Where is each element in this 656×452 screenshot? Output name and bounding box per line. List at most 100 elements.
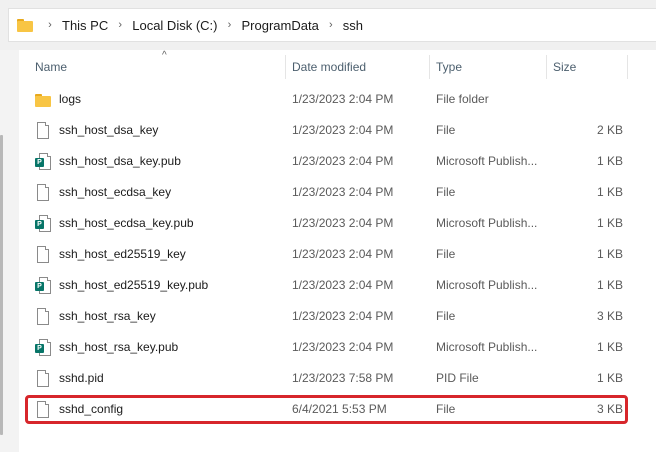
chevron-right-icon[interactable]: › — [322, 19, 340, 31]
file-name: ssh_host_ecdsa_key.pub — [59, 216, 194, 230]
column-header-date-label: Date modified — [292, 60, 367, 74]
file-row[interactable]: sshd_config 6/4/2021 5:53 PM File 3 KB — [27, 394, 649, 425]
publisher-file-icon: P — [35, 152, 51, 171]
column-header-name[interactable]: Name — [27, 52, 285, 82]
file-row[interactable]: ssh_host_ed25519_key 1/23/2023 2:04 PM Fil… — [27, 239, 649, 270]
breadcrumb-local-disk[interactable]: Local Disk (C:) — [129, 18, 220, 33]
file-row[interactable]: Pssh_host_ed25519_key.pub 1/23/2023 2:04 … — [27, 270, 649, 301]
file-explorer-window: › This PC › Local Disk (C:) › ProgramDat… — [0, 0, 656, 452]
file-icon — [35, 307, 51, 326]
file-row[interactable]: Pssh_host_dsa_key.pub 1/23/2023 2:04 PM Mi… — [27, 146, 649, 177]
file-type: File — [436, 402, 456, 416]
file-date-modified: 1/23/2023 2:04 PM — [292, 309, 394, 323]
file-date-modified: 1/23/2023 2:04 PM — [292, 216, 394, 230]
file-name: ssh_host_rsa_key.pub — [59, 340, 179, 354]
file-row[interactable]: ssh_host_dsa_key 1/23/2023 2:04 PM File 2 K… — [27, 115, 649, 146]
file-type: Microsoft Publish... — [436, 340, 538, 354]
file-date-modified: 1/23/2023 2:04 PM — [292, 154, 394, 168]
chevron-right-icon[interactable]: › — [220, 19, 238, 31]
file-date-modified: 6/4/2021 5:53 PM — [292, 402, 387, 416]
file-name: ssh_host_rsa_key — [59, 309, 156, 323]
file-size: 3 KB — [596, 309, 623, 323]
folder-icon — [35, 91, 51, 109]
file-name-cell: ssh_host_ed25519_key — [27, 239, 285, 270]
file-name: ssh_host_dsa_key.pub — [59, 154, 181, 168]
file-name-cell: sshd.pid — [27, 363, 285, 394]
file-name: ssh_host_ed25519_key — [59, 247, 186, 261]
file-name-cell: logs — [27, 84, 285, 115]
breadcrumb-programdata[interactable]: ProgramData — [238, 18, 321, 33]
file-size: 1 KB — [596, 216, 623, 230]
file-name: sshd_config — [59, 402, 124, 416]
file-list: logs 1/23/2023 2:04 PM File folder ssh_host… — [27, 84, 649, 425]
file-size — [552, 84, 623, 115]
file-type: Microsoft Publish... — [436, 216, 538, 230]
file-date-modified: 1/23/2023 2:04 PM — [292, 185, 394, 199]
publisher-file-icon: P — [35, 276, 51, 295]
column-header-type[interactable]: Type — [428, 52, 546, 82]
file-name: ssh_host_ed25519_key.pub — [59, 278, 209, 292]
chevron-right-icon[interactable]: › — [41, 19, 59, 31]
file-name: ssh_host_dsa_key — [59, 123, 159, 137]
breadcrumb: › This PC › Local Disk (C:) › ProgramDat… — [41, 18, 366, 33]
file-size: 1 KB — [596, 371, 623, 385]
file-icon — [35, 400, 51, 419]
file-icon — [35, 245, 51, 264]
column-header-type-label: Type — [436, 60, 463, 74]
file-type: PID File — [436, 371, 479, 385]
file-type: Microsoft Publish... — [436, 154, 538, 168]
file-row[interactable]: ssh_host_ecdsa_key 1/23/2023 2:04 PM File 1… — [27, 177, 649, 208]
file-type: File folder — [436, 92, 489, 106]
file-size: 1 KB — [596, 185, 623, 199]
column-header-row: Name ^ Date modified Type Size — [27, 50, 649, 82]
file-icon — [35, 121, 51, 140]
file-size: 1 KB — [596, 340, 623, 354]
file-icon — [35, 369, 51, 388]
column-divider[interactable] — [627, 55, 628, 79]
folder-icon — [17, 18, 33, 32]
file-name-cell: Pssh_host_ecdsa_key.pub — [27, 208, 285, 239]
chevron-right-icon[interactable]: › — [111, 19, 129, 31]
file-row[interactable]: logs 1/23/2023 2:04 PM File folder — [27, 84, 649, 115]
column-header-size[interactable]: Size — [545, 52, 627, 82]
file-icon — [35, 183, 51, 202]
navigation-scrollbar[interactable] — [0, 135, 3, 435]
file-date-modified: 1/23/2023 2:04 PM — [292, 92, 394, 106]
file-date-modified: 1/23/2023 2:04 PM — [292, 123, 394, 137]
file-size: 3 KB — [596, 402, 623, 416]
publisher-badge: P — [35, 157, 44, 167]
file-size: 1 KB — [596, 278, 623, 292]
file-name: logs — [59, 92, 82, 106]
breadcrumb-ssh[interactable]: ssh — [340, 18, 366, 33]
file-row[interactable]: ssh_host_rsa_key 1/23/2023 2:04 PM File 3 K… — [27, 301, 649, 332]
file-type: Microsoft Publish... — [436, 278, 538, 292]
file-name-cell: Pssh_host_ed25519_key.pub — [27, 270, 285, 301]
file-type: File — [436, 247, 456, 261]
column-header-name-label: Name — [35, 60, 68, 74]
file-type: File — [436, 185, 456, 199]
file-type: File — [436, 123, 456, 137]
file-type: File — [436, 309, 456, 323]
file-date-modified: 1/23/2023 2:04 PM — [292, 278, 394, 292]
column-header-date-modified[interactable]: Date modified — [284, 52, 429, 82]
publisher-file-icon: P — [35, 338, 51, 357]
file-name-cell: ssh_host_rsa_key — [27, 301, 285, 332]
address-bar[interactable]: › This PC › Local Disk (C:) › ProgramDat… — [8, 8, 656, 42]
publisher-badge: P — [35, 219, 44, 229]
column-header-size-label: Size — [553, 60, 577, 74]
file-row[interactable]: Pssh_host_ecdsa_key.pub 1/23/2023 2:04 PM… — [27, 208, 649, 239]
file-date-modified: 1/23/2023 7:58 PM — [292, 371, 394, 385]
publisher-file-icon: P — [35, 214, 51, 233]
file-list-pane: Name ^ Date modified Type Size logs 1/23/… — [19, 50, 656, 452]
file-name-cell: sshd_config — [27, 394, 285, 425]
navigation-pane-edge — [0, 50, 19, 452]
file-size: 1 KB — [596, 247, 623, 261]
publisher-badge: P — [35, 343, 44, 353]
file-row[interactable]: sshd.pid 1/23/2023 7:58 PM PID File 1 KB — [27, 363, 649, 394]
file-name-cell: Pssh_host_rsa_key.pub — [27, 332, 285, 363]
file-name-cell: Pssh_host_dsa_key.pub — [27, 146, 285, 177]
file-name-cell: ssh_host_dsa_key — [27, 115, 285, 146]
file-row[interactable]: Pssh_host_rsa_key.pub 1/23/2023 2:04 PM Mi… — [27, 332, 649, 363]
file-size: 1 KB — [596, 154, 623, 168]
breadcrumb-this-pc[interactable]: This PC — [59, 18, 111, 33]
